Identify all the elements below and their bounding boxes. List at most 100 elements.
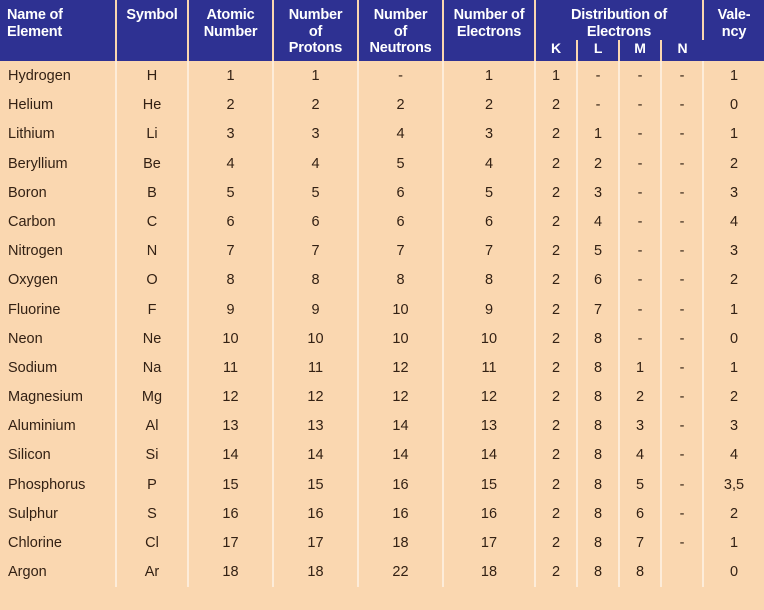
number-of-neutrons: 12 [358, 353, 444, 383]
valency-value: 3,5 [703, 470, 764, 500]
element-name: Sulphur [0, 499, 117, 529]
valency-value: 0 [703, 90, 764, 120]
header-row-main: Name of Element Symbol Atomic Number Num… [0, 0, 764, 62]
number-of-electrons: 12 [443, 382, 536, 412]
number-of-electrons: 4 [443, 149, 536, 179]
number-of-neutrons: 16 [358, 499, 444, 529]
shell-l-value: 8 [577, 353, 620, 383]
atomic-number: 4 [188, 149, 274, 179]
header-symbol-label: Symbol [126, 7, 178, 23]
header-distribution-line1: Distribution of [570, 7, 668, 23]
element-symbol: B [116, 178, 189, 208]
element-symbol: H [116, 61, 189, 91]
number-of-protons: 2 [273, 90, 359, 120]
column-header-shell-n: N [661, 40, 703, 62]
shell-k-value: 2 [535, 294, 578, 325]
shell-l-value: 6 [577, 265, 620, 295]
valency-value: 1 [703, 61, 764, 91]
shell-k-value: 2 [535, 178, 578, 208]
number-of-neutrons: 16 [358, 470, 444, 500]
shell-k-value: 2 [535, 499, 578, 529]
table-row: Beryllium Be 4 4 5 4 2 2- -2 [0, 149, 764, 179]
table-row: Phosphorus P 15 15 16 15 2 8 5-3,5 [0, 470, 764, 500]
shell-n-value: - [661, 440, 704, 471]
table-row: Silicon Si 14 14 14 14 2 8 4-4 [0, 440, 764, 471]
shell-n-value: - [661, 265, 704, 295]
element-symbol: O [116, 265, 189, 295]
shell-l-value: 8 [577, 440, 620, 471]
header-shell-m-label: M [634, 40, 646, 57]
table-header: Name of Element Symbol Atomic Number Num… [0, 0, 764, 62]
element-symbol: Mg [116, 382, 189, 412]
shell-n-value: - [661, 61, 704, 91]
number-of-electrons: 6 [443, 207, 536, 237]
header-protons-line1: Number [288, 7, 343, 23]
shell-k-value: 2 [535, 149, 578, 179]
header-electrons-line2: Electrons [456, 23, 522, 40]
valency-value: 1 [703, 294, 764, 325]
table-row: Neon Ne 10 10 10 10 2 8- -0 [0, 324, 764, 354]
element-name: Neon [0, 324, 117, 354]
element-properties-table: Name of Element Symbol Atomic Number Num… [0, 0, 764, 587]
atomic-number: 13 [188, 411, 274, 441]
shell-k-value: 2 [535, 440, 578, 471]
number-of-electrons: 3 [443, 119, 536, 149]
number-of-electrons: 5 [443, 178, 536, 208]
shell-l-value: 5 [577, 236, 620, 266]
shell-m-value: 6 [619, 499, 662, 529]
number-of-electrons: 10 [443, 324, 536, 354]
shell-k-value: 2 [535, 557, 578, 587]
element-symbol: P [116, 470, 189, 500]
number-of-protons: 14 [273, 440, 359, 471]
shell-k-value: 2 [535, 382, 578, 412]
shell-m-value: - [619, 90, 662, 120]
element-symbol: He [116, 90, 189, 120]
number-of-electrons: 15 [443, 470, 536, 500]
shell-n-value: - [661, 324, 704, 354]
header-shell-k-label: K [551, 40, 561, 57]
column-header-atomic-number: Atomic Number [188, 0, 274, 62]
element-symbol: Ne [116, 324, 189, 354]
atomic-number: 7 [188, 236, 274, 266]
element-name: Hydrogen [0, 61, 117, 91]
header-neutrons-line1: Number [373, 7, 428, 23]
number-of-protons: 6 [273, 207, 359, 237]
valency-value: 2 [703, 149, 764, 179]
shell-l-value: - [577, 61, 620, 91]
shell-m-value: 4 [619, 440, 662, 471]
element-name: Lithium [0, 119, 117, 149]
header-valency-line2: ncy [721, 23, 747, 40]
number-of-neutrons: 6 [358, 207, 444, 237]
atomic-number: 6 [188, 207, 274, 237]
shell-l-value: 8 [577, 411, 620, 441]
element-name: Sodium [0, 353, 117, 383]
column-header-name-of-element: Name of Element [0, 0, 117, 62]
number-of-electrons: 18 [443, 557, 536, 587]
header-protons-line3: Protons [288, 40, 343, 57]
header-distribution-line2: Electrons [586, 23, 652, 40]
shell-l-value: 8 [577, 528, 620, 558]
shell-n-value: - [661, 411, 704, 441]
header-shell-l-label: L [593, 40, 603, 57]
shell-n-value: - [661, 528, 704, 558]
element-symbol: Na [116, 353, 189, 383]
column-header-valency: Vale- ncy [703, 0, 764, 62]
shell-l-value: 2 [577, 149, 620, 179]
shell-n-value: - [661, 149, 704, 179]
shell-n-value [661, 557, 704, 587]
header-shell-n-label: N [677, 40, 688, 57]
valency-value: 2 [703, 382, 764, 412]
shell-l-value: 8 [577, 557, 620, 587]
column-header-shell-m: M [619, 40, 662, 62]
column-header-shell-l: L [577, 40, 620, 62]
element-symbol: Be [116, 149, 189, 179]
element-symbol: Li [116, 119, 189, 149]
atomic-number: 1 [188, 61, 274, 91]
element-symbol: N [116, 236, 189, 266]
header-atomic-line2: Number [203, 23, 258, 40]
atomic-number: 9 [188, 294, 274, 325]
number-of-electrons: 8 [443, 265, 536, 295]
table-row: Argon Ar 18 18 22 18 2 8 8 0 [0, 557, 764, 587]
shell-k-value: 2 [535, 324, 578, 354]
number-of-protons: 9 [273, 294, 359, 325]
